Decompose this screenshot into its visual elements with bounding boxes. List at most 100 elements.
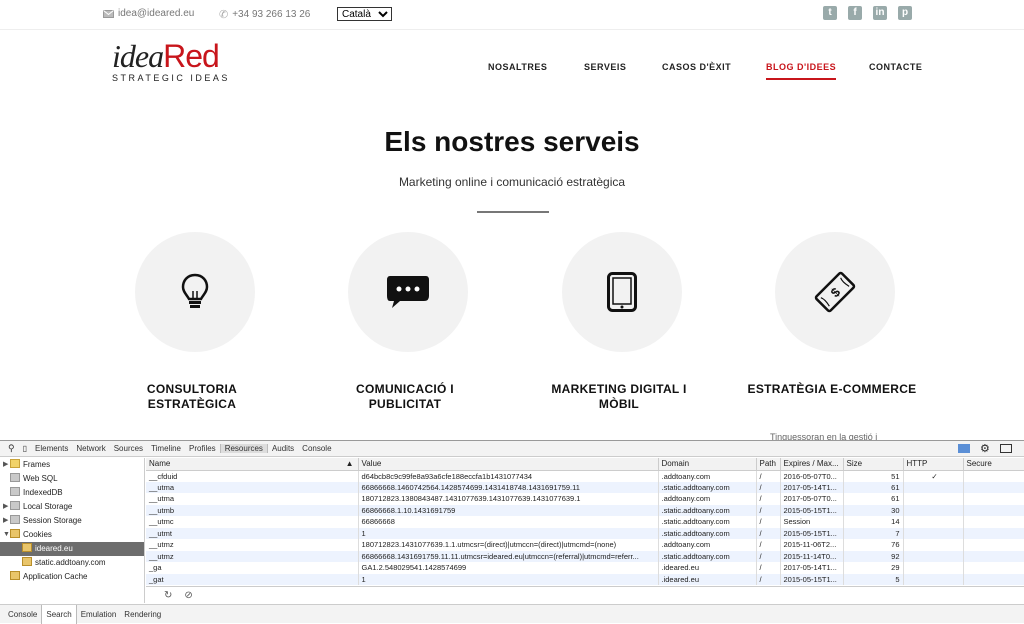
nav-casos-exit[interactable]: CASOS D'ÈXIT bbox=[662, 62, 731, 72]
sidebar-item-cookies[interactable]: ▼ Cookies bbox=[0, 528, 144, 542]
table-cell: 2015-05-15T1... bbox=[780, 504, 844, 516]
nav-nosaltres[interactable]: NOSALTRES bbox=[488, 62, 547, 72]
table-cell: / bbox=[756, 539, 781, 551]
col-value[interactable]: Value bbox=[358, 458, 659, 471]
table-row[interactable]: __utma 180712823.1380843487.1431077639.14… bbox=[146, 493, 1024, 505]
table-row[interactable]: __utmz 180712823.1431077639.1.1.utmcsr=(d… bbox=[146, 539, 1024, 551]
table-cell: 5 bbox=[843, 573, 904, 585]
table-cell: __utmc bbox=[146, 516, 359, 528]
table-cell: __utmz bbox=[146, 550, 359, 562]
drawer-tab-console[interactable]: Console bbox=[4, 610, 41, 619]
col-http[interactable]: HTTP bbox=[903, 458, 964, 471]
table-cell: / bbox=[756, 527, 781, 539]
table-row[interactable]: __utmz 66866668.1431691759.11.11.utmcsr=i… bbox=[146, 550, 1024, 562]
table-row[interactable]: __utma 66866668.1460742564.1428574699.143… bbox=[146, 481, 1024, 493]
language-select[interactable]: Català bbox=[337, 7, 392, 21]
sidebar-item-app-cache[interactable]: Application Cache bbox=[0, 570, 144, 584]
sidebar-item-indexeddb[interactable]: IndexedDB bbox=[0, 486, 144, 500]
table-cell bbox=[963, 527, 1024, 539]
service-consultoria-circle[interactable] bbox=[135, 232, 255, 352]
drawer-tab-rendering[interactable]: Rendering bbox=[120, 610, 165, 619]
tab-console[interactable]: Console bbox=[298, 444, 335, 453]
service-comunicacio-circle[interactable] bbox=[348, 232, 468, 352]
storage-icon bbox=[10, 515, 20, 524]
table-row[interactable]: __cfduid d64bcb8c9c99fe8a93a6cfe188eccfa1… bbox=[146, 470, 1024, 482]
col-name[interactable]: Name ▲ bbox=[146, 458, 359, 471]
table-cell bbox=[903, 550, 964, 562]
table-cell: 66866668 bbox=[358, 516, 659, 528]
tab-profiles[interactable]: Profiles bbox=[185, 444, 220, 453]
site-logo[interactable]: ideaRed STRATEGIC IDEAS bbox=[112, 38, 230, 83]
table-cell bbox=[903, 527, 964, 539]
table-cell: 2017-05-14T1... bbox=[780, 481, 844, 493]
sort-asc-icon: ▲ bbox=[345, 459, 354, 469]
email-contact[interactable]: idea@ideared.eu bbox=[103, 8, 194, 19]
refresh-icon[interactable]: ↻ bbox=[164, 590, 172, 601]
storage-icon bbox=[10, 501, 20, 510]
tab-elements[interactable]: Elements bbox=[31, 444, 72, 453]
gear-icon[interactable]: ⚙ bbox=[980, 442, 990, 455]
folder-icon bbox=[10, 459, 20, 468]
title-divider bbox=[477, 211, 549, 213]
table-cell bbox=[903, 481, 964, 493]
col-domain[interactable]: Domain bbox=[658, 458, 757, 471]
tab-timeline[interactable]: Timeline bbox=[147, 444, 185, 453]
table-cell bbox=[963, 470, 1024, 482]
table-cell: .static.addtoany.com bbox=[658, 527, 757, 539]
table-cell bbox=[963, 504, 1024, 516]
facebook-icon[interactable]: f bbox=[848, 6, 862, 20]
col-secure[interactable]: Secure bbox=[963, 458, 1024, 471]
service-ecommerce-label[interactable]: ESTRATÈGIA E-COMMERCE bbox=[732, 382, 932, 397]
phone-contact[interactable]: ✆ +34 93 266 13 26 bbox=[219, 8, 310, 21]
table-cell: 1 bbox=[358, 573, 659, 585]
table-cell: .static.addtoany.com bbox=[658, 516, 757, 528]
clear-icon[interactable]: ⊘ bbox=[184, 590, 192, 601]
table-row[interactable]: _gat 1 .ideared.eu/2015-05-15T1... 5 bbox=[146, 573, 1024, 585]
cookie-icon bbox=[22, 557, 32, 566]
dock-icon[interactable] bbox=[1000, 444, 1012, 453]
service-marketing-label[interactable]: MARKETING DIGITAL I MÒBIL bbox=[519, 382, 719, 412]
pinterest-icon[interactable]: p bbox=[898, 6, 912, 20]
service-marketing-circle[interactable] bbox=[562, 232, 682, 352]
sidebar-item-local-storage[interactable]: ▶ Local Storage bbox=[0, 500, 144, 514]
tab-resources[interactable]: Resources bbox=[219, 444, 268, 453]
table-row[interactable]: __utmt 1 .static.addtoany.com/2015-05-15T1… bbox=[146, 527, 1024, 539]
nav-serveis[interactable]: SERVEIS bbox=[584, 62, 626, 72]
sidebar-item-cookie-addtoany[interactable]: static.addtoany.com bbox=[0, 556, 144, 570]
tab-sources[interactable]: Sources bbox=[110, 444, 147, 453]
table-cell: __utmz bbox=[146, 539, 359, 551]
twitter-icon[interactable]: t bbox=[823, 6, 837, 20]
table-cell: __utma bbox=[146, 481, 359, 493]
table-toolbar: ↻ ⊘ bbox=[146, 586, 1024, 603]
table-cell: 2017-05-07T0... bbox=[780, 493, 844, 505]
linkedin-icon[interactable]: in bbox=[873, 6, 887, 20]
lightbulb-icon bbox=[181, 273, 209, 308]
envelope-icon bbox=[103, 9, 114, 18]
service-consultoria-label[interactable]: CONSULTORIA ESTRATÈGICA bbox=[92, 382, 292, 412]
service-comunicacio-label[interactable]: COMUNICACIÓ I PUBLICITAT bbox=[305, 382, 505, 412]
tab-network[interactable]: Network bbox=[72, 444, 109, 453]
table-row[interactable]: __utmb 66866668.1.10.1431691759 .static.ad… bbox=[146, 504, 1024, 516]
table-row[interactable]: _ga GA1.2.548029541.1428574699 .ideared.eu… bbox=[146, 562, 1024, 574]
device-mode-icon[interactable]: ▯ bbox=[19, 444, 31, 453]
nav-blog-idees[interactable]: BLOG D'IDEES bbox=[766, 62, 837, 80]
table-cell: 66866668.1.10.1431691759 bbox=[358, 504, 659, 516]
sidebar-item-websql[interactable]: Web SQL bbox=[0, 472, 144, 486]
console-toggle-icon[interactable] bbox=[958, 444, 970, 453]
col-size[interactable]: Size bbox=[843, 458, 904, 471]
drawer-tab-search[interactable]: Search bbox=[41, 604, 77, 624]
sidebar-item-session-storage[interactable]: ▶ Session Storage bbox=[0, 514, 144, 528]
col-path[interactable]: Path bbox=[756, 458, 781, 471]
nav-contacte[interactable]: CONTACTE bbox=[869, 62, 922, 72]
table-cell: .static.addtoany.com bbox=[658, 504, 757, 516]
table-row[interactable]: __utmc 66866668 .static.addtoany.com / Sessi… bbox=[146, 516, 1024, 528]
col-expires[interactable]: Expires / Max... bbox=[780, 458, 844, 471]
tab-audits[interactable]: Audits bbox=[268, 444, 298, 453]
devtools-search-icon[interactable]: ⚲ bbox=[4, 443, 19, 454]
service-ecommerce-circle[interactable]: $ bbox=[775, 232, 895, 352]
sidebar-item-cookie-ideared[interactable]: ideared.eu bbox=[0, 542, 144, 556]
table-cell: 61 bbox=[843, 493, 904, 505]
table-cell: 30 bbox=[843, 504, 904, 516]
sidebar-item-frames[interactable]: ▶ Frames bbox=[0, 458, 144, 472]
drawer-tab-emulation[interactable]: Emulation bbox=[77, 610, 121, 619]
